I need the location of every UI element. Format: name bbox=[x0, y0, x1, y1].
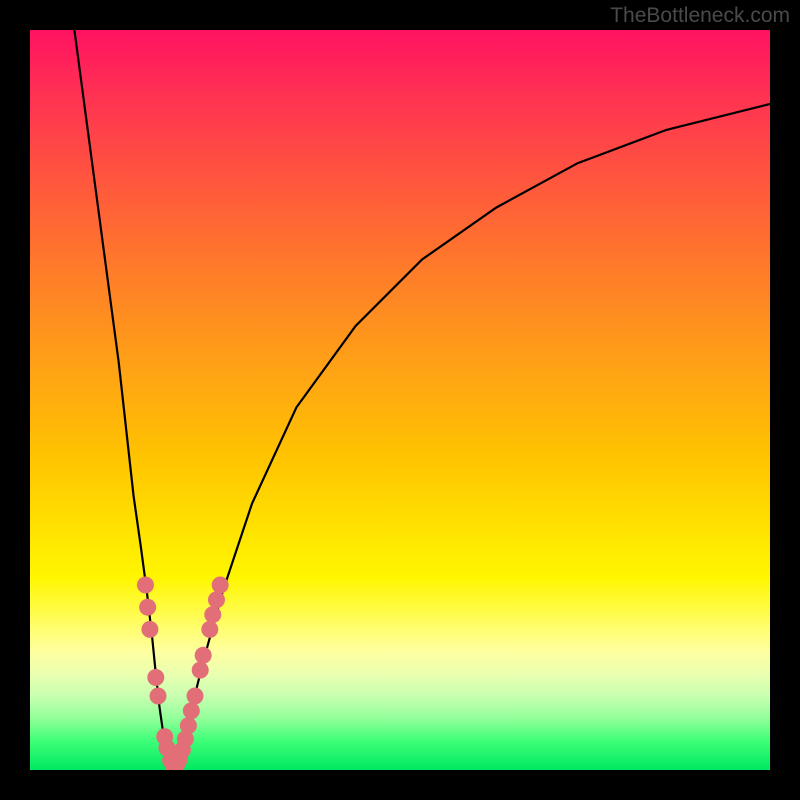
curve-left-branch bbox=[74, 30, 170, 764]
dot-point bbox=[139, 599, 156, 616]
dot-point bbox=[187, 688, 204, 705]
dot-point bbox=[192, 662, 209, 679]
curve-right-branch bbox=[174, 104, 770, 766]
dot-point bbox=[180, 717, 197, 734]
dot-point bbox=[150, 688, 167, 705]
dot-point bbox=[195, 647, 212, 664]
bottleneck-curve-svg bbox=[30, 30, 770, 770]
dot-point bbox=[208, 591, 225, 608]
dot-point bbox=[147, 669, 164, 686]
dot-point bbox=[201, 621, 218, 638]
highlight-dots bbox=[137, 577, 229, 771]
dot-point bbox=[212, 577, 229, 594]
chart-frame: TheBottleneck.com bbox=[0, 0, 800, 800]
plot-area bbox=[30, 30, 770, 770]
dot-point bbox=[137, 577, 154, 594]
dot-point bbox=[183, 702, 200, 719]
dot-point bbox=[204, 606, 221, 623]
dot-point bbox=[141, 621, 158, 638]
watermark-text: TheBottleneck.com bbox=[610, 4, 790, 28]
